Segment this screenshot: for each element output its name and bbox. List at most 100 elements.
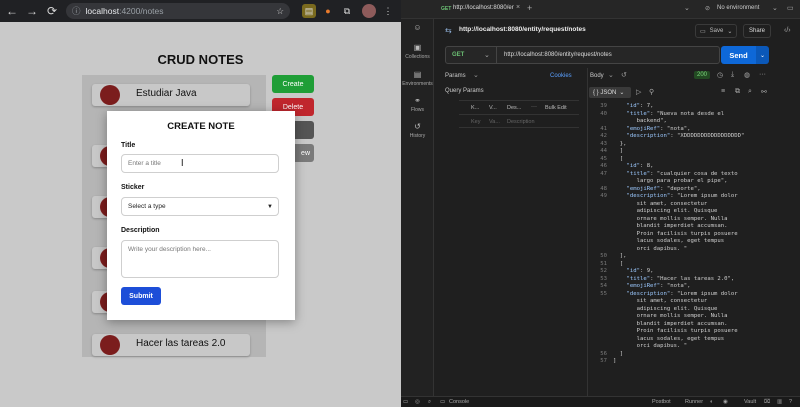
column-header-value: V...: [489, 105, 497, 111]
note-sticker-icon: [100, 335, 120, 355]
create-button[interactable]: Create: [272, 75, 314, 93]
http-icon: ⇆: [445, 26, 452, 35]
submit-button[interactable]: Submit: [121, 287, 161, 305]
code-line: "title": "Hacer las tareas 2.0",: [626, 275, 735, 282]
search-icon[interactable]: ⌕: [748, 88, 752, 96]
chevron-down-icon: ⌄: [727, 28, 733, 35]
sidebar-item-collections[interactable]: ▣ Collections: [401, 43, 434, 60]
layout-icon[interactable]: ▭: [787, 4, 794, 12]
send-options-icon[interactable]: ⌄: [756, 46, 769, 64]
code-line: "emojiRef": "nota",: [626, 283, 691, 289]
more-icon[interactable]: ···: [759, 71, 766, 78]
note-title: Estudiar Java: [136, 88, 197, 99]
avatar[interactable]: [362, 4, 376, 18]
list-item[interactable]: Estudiar Java: [92, 84, 250, 106]
browser-window: ← → ⟳ ⓘ localhost:4200/notes ☆ ▤ ● ⧉ ⋮ C…: [0, 0, 401, 407]
sidebar-item-history[interactable]: ↺ History: [401, 122, 434, 139]
list-item[interactable]: Hacer las tareas 2.0: [92, 334, 250, 356]
body-tab[interactable]: Body: [590, 73, 604, 79]
layout-icon[interactable]: ▥: [777, 399, 782, 405]
key-input[interactable]: Key: [471, 119, 480, 125]
code-line: "description": "XDDDDDDDDDDDDDDDDD": [626, 133, 745, 139]
play-icon[interactable]: ▷: [636, 88, 641, 96]
sticker-select[interactable]: Select a type ▼: [121, 197, 279, 216]
chevron-down-icon[interactable]: ⌄: [473, 71, 479, 79]
download-icon[interactable]: ⤓: [731, 71, 734, 79]
cookie-icon[interactable]: ◐: [710, 399, 713, 405]
description-textarea[interactable]: Write your description here...: [121, 240, 279, 278]
more-icon[interactable]: ···: [531, 104, 537, 110]
link-icon[interactable]: ⚯: [761, 88, 767, 96]
globe-icon[interactable]: ◍: [744, 71, 750, 79]
capture-icon[interactable]: ◉: [723, 399, 728, 405]
address-bar[interactable]: ⓘ localhost:4200/notes ☆: [66, 3, 290, 19]
description-input[interactable]: Description: [507, 119, 535, 125]
online-icon: ◎: [415, 399, 420, 405]
sidebar-toggle-icon[interactable]: ▭: [403, 399, 408, 405]
help-icon[interactable]: ?: [789, 399, 792, 405]
runner-button[interactable]: Runner: [685, 399, 703, 405]
add-tab-icon[interactable]: +: [527, 3, 532, 13]
extension-icon[interactable]: ▤: [302, 4, 316, 18]
status-badge: 200: [694, 71, 711, 79]
wrap-icon[interactable]: ≡: [721, 88, 725, 95]
copy-icon[interactable]: ⧉: [735, 88, 740, 96]
code-line: "emojiRef": "deporte",: [626, 185, 701, 192]
title-input[interactable]: Enter a title I: [121, 154, 279, 173]
trash-icon[interactable]: ⌧: [764, 399, 770, 405]
code-line: ],: [613, 253, 627, 259]
code-line: "id": 9,: [626, 268, 654, 274]
flows-icon: ⚭: [414, 96, 421, 105]
environment-icon: ⊘: [705, 6, 711, 12]
console-button[interactable]: Console: [449, 399, 469, 405]
code-line: "id": 7,: [626, 103, 654, 109]
send-button[interactable]: Send: [721, 46, 756, 64]
menu-dots-icon[interactable]: ⋮: [381, 4, 395, 18]
note-sticker-icon: [100, 85, 120, 105]
save-icon: ▭: [700, 28, 706, 35]
cookies-link[interactable]: Cookies: [550, 73, 572, 79]
sticker-value: Select a type: [128, 203, 166, 210]
bulk-edit-link[interactable]: Bulk Edit: [545, 105, 567, 111]
code-line: ]: [613, 148, 624, 154]
browser-toolbar: ← → ⟳ ⓘ localhost:4200/notes ☆ ▤ ● ⧉ ⋮: [0, 0, 401, 22]
sidebar-item-flows[interactable]: ⚭ Flows: [401, 96, 434, 113]
code-icon[interactable]: ‹/›: [784, 27, 791, 34]
line-number: 41: [600, 125, 607, 132]
chevron-down-icon[interactable]: ⌄: [684, 4, 690, 12]
filter-icon[interactable]: ⚲: [649, 88, 654, 96]
chevron-down-icon[interactable]: ⌄: [484, 51, 490, 59]
code-line: "description": "Lorem ipsum dolor sit am…: [626, 290, 738, 350]
user-icon[interactable]: ☺: [401, 23, 434, 34]
code-line: "title": "Nueva nota desde el backend",: [626, 110, 725, 125]
puzzle-icon[interactable]: ⧉: [340, 4, 354, 18]
history-icon[interactable]: ↺: [621, 71, 627, 79]
site-info-icon[interactable]: ⓘ: [72, 5, 81, 17]
tab-request[interactable]: http://localhost:8080/er: [453, 5, 514, 11]
value-input[interactable]: Va...: [489, 119, 500, 125]
create-note-modal: CREATE NOTE Title Enter a title I Sticke…: [107, 111, 295, 320]
chevron-down-icon[interactable]: ⌄: [608, 71, 614, 79]
postbot-button[interactable]: Postbot: [652, 399, 671, 405]
url-input[interactable]: http://localhost:8080/entity/request/not…: [504, 52, 612, 58]
line-number: 48: [600, 185, 607, 192]
back-icon[interactable]: ←: [4, 3, 20, 19]
pane-divider[interactable]: [587, 68, 588, 396]
environment-select[interactable]: No environment: [717, 5, 759, 11]
share-button[interactable]: Share: [743, 24, 771, 38]
forward-icon[interactable]: →: [24, 3, 40, 19]
sidebar-item-environments[interactable]: ▤ Environments: [401, 70, 434, 87]
method-select[interactable]: GET: [452, 52, 464, 58]
tab-params[interactable]: Params: [445, 73, 466, 79]
description-placeholder: Write your description here...: [128, 246, 211, 253]
search-icon[interactable]: ⌕: [428, 399, 431, 406]
vault-button[interactable]: Vault: [744, 399, 756, 405]
format-select[interactable]: { } JSON ⌄: [589, 87, 631, 98]
extension-icon[interactable]: ●: [321, 4, 335, 18]
bookmark-star-icon[interactable]: ☆: [276, 6, 284, 17]
code-line: },: [613, 140, 627, 147]
chevron-down-icon[interactable]: ⌄: [772, 4, 778, 12]
reload-icon[interactable]: ⟳: [44, 3, 60, 19]
save-button[interactable]: ▭ Save ⌄: [695, 24, 737, 38]
close-icon[interactable]: ×: [516, 4, 520, 11]
